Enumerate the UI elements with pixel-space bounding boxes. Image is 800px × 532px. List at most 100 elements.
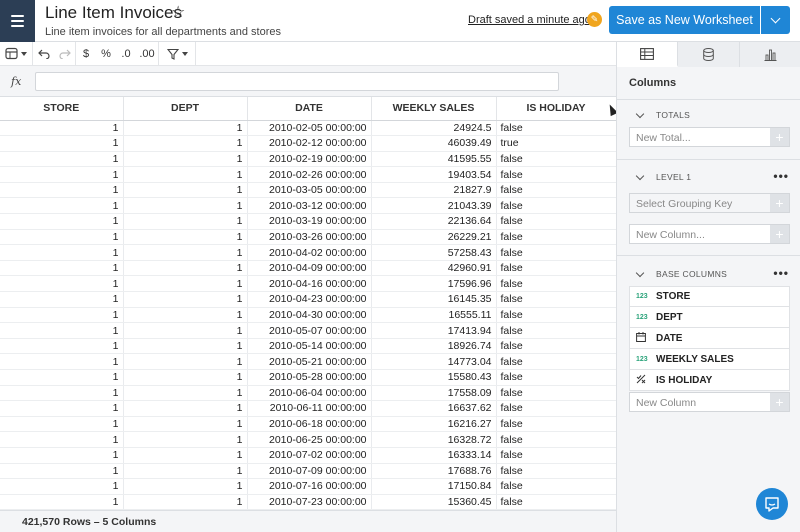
table-row[interactable]: 1 1 2010-02-19 00:00:00 41595.55 false — [0, 151, 616, 168]
table-cell[interactable]: 42960.91 — [371, 260, 497, 277]
table-cell[interactable]: false — [496, 291, 616, 308]
base-column-is-holiday[interactable]: IS HOLIDAY — [629, 370, 790, 391]
table-row[interactable]: 1 1 2010-02-12 00:00:00 46039.49 true — [0, 135, 616, 152]
table-cell[interactable]: 21827.9 — [371, 182, 497, 199]
table-cell[interactable]: 16333.14 — [371, 447, 497, 464]
table-cell[interactable]: 1 — [123, 478, 248, 495]
add-grouping-button[interactable]: + — [770, 194, 789, 212]
table-cell[interactable]: 2010-04-02 00:00:00 — [247, 244, 372, 261]
table-cell[interactable]: 17413.94 — [371, 322, 497, 339]
table-cell[interactable]: 17688.76 — [371, 463, 497, 480]
percent-format-button[interactable]: % — [96, 42, 116, 66]
table-cell[interactable]: 1 — [123, 182, 248, 199]
table-cell[interactable]: 24924.5 — [371, 120, 497, 137]
table-cell[interactable]: true — [496, 135, 616, 152]
redo-button[interactable] — [55, 42, 75, 66]
table-row[interactable]: 1 1 2010-07-16 00:00:00 17150.84 false — [0, 478, 616, 495]
table-row[interactable]: 1 1 2010-06-04 00:00:00 17558.09 false — [0, 385, 616, 402]
table-cell[interactable]: 1 — [0, 385, 124, 402]
table-cell[interactable]: 2010-05-28 00:00:00 — [247, 369, 372, 386]
table-cell[interactable]: 17150.84 — [371, 478, 497, 495]
column-header-store[interactable]: STORE — [0, 97, 124, 121]
table-cell[interactable]: false — [496, 322, 616, 339]
pencil-icon[interactable]: ✎ — [587, 12, 602, 27]
table-cell[interactable]: 1 — [0, 322, 124, 339]
table-cell[interactable]: false — [496, 338, 616, 355]
table-cell[interactable]: 2010-03-19 00:00:00 — [247, 213, 372, 230]
table-cell[interactable]: 1 — [123, 338, 248, 355]
table-cell[interactable]: false — [496, 182, 616, 199]
table-row[interactable]: 1 1 2010-07-23 00:00:00 15360.45 false — [0, 494, 616, 510]
table-row[interactable]: 1 1 2010-05-28 00:00:00 15580.43 false — [0, 369, 616, 386]
table-cell[interactable]: 2010-03-26 00:00:00 — [247, 229, 372, 246]
increase-decimal-button[interactable]: .00 — [136, 42, 158, 66]
column-header-date[interactable]: DATE — [247, 97, 372, 121]
save-as-new-worksheet-button[interactable]: Save as New Worksheet — [609, 6, 760, 34]
table-cell[interactable]: 1 — [0, 369, 124, 386]
table-cell[interactable]: false — [496, 244, 616, 261]
table-cell[interactable]: 16637.62 — [371, 400, 497, 417]
add-level1-column-button[interactable]: + — [770, 225, 789, 243]
table-cell[interactable]: 1 — [123, 322, 248, 339]
table-cell[interactable]: 26229.21 — [371, 229, 497, 246]
table-row[interactable]: 1 1 2010-02-26 00:00:00 19403.54 false — [0, 166, 616, 183]
table-cell[interactable]: 1 — [123, 353, 248, 370]
table-cell[interactable]: 1 — [123, 275, 248, 293]
table-cell[interactable]: 22136.64 — [371, 213, 497, 230]
table-cell[interactable]: 1 — [123, 120, 248, 137]
table-cell[interactable]: false — [496, 151, 616, 168]
add-total-button[interactable]: + — [770, 128, 789, 146]
table-cell[interactable]: 2010-06-18 00:00:00 — [247, 416, 372, 433]
table-cell[interactable]: 1 — [0, 213, 124, 230]
table-cell[interactable]: 46039.49 — [371, 135, 497, 152]
table-cell[interactable]: false — [496, 369, 616, 386]
table-cell[interactable]: 1 — [123, 463, 248, 480]
table-cell[interactable]: 2010-03-05 00:00:00 — [247, 182, 372, 199]
currency-format-button[interactable]: $ — [76, 42, 96, 66]
decrease-decimal-button[interactable]: .0 — [116, 42, 136, 66]
save-options-dropdown[interactable] — [761, 6, 790, 34]
table-row[interactable]: 1 1 2010-05-07 00:00:00 17413.94 false — [0, 322, 616, 339]
base-column-dept[interactable]: 123 DEPT — [629, 307, 790, 328]
table-cell[interactable]: 15360.45 — [371, 494, 497, 510]
table-cell[interactable]: 1 — [123, 197, 248, 215]
table-row[interactable]: 1 1 2010-03-05 00:00:00 21827.9 false — [0, 182, 616, 199]
table-cell[interactable]: 57258.43 — [371, 244, 497, 261]
table-cell[interactable]: 1 — [123, 431, 248, 448]
table-cell[interactable]: 1 — [123, 400, 248, 417]
table-cell[interactable]: 16145.35 — [371, 291, 497, 308]
table-cell[interactable]: 2010-06-25 00:00:00 — [247, 431, 372, 448]
formula-input[interactable] — [35, 72, 559, 91]
table-cell[interactable]: 1 — [0, 307, 124, 324]
base-columns-section-header[interactable]: BASE COLUMNS ••• — [617, 265, 800, 283]
table-cell[interactable]: 1 — [123, 213, 248, 230]
table-cell[interactable]: false — [496, 463, 616, 480]
totals-section-header[interactable]: TOTALS — [617, 106, 800, 124]
table-cell[interactable]: 2010-03-12 00:00:00 — [247, 197, 372, 215]
table-cell[interactable]: 2010-02-26 00:00:00 — [247, 166, 372, 183]
table-cell[interactable]: 16216.27 — [371, 416, 497, 433]
table-row[interactable]: 1 1 2010-04-09 00:00:00 42960.91 false — [0, 260, 616, 277]
table-cell[interactable]: 2010-07-23 00:00:00 — [247, 494, 372, 510]
table-cell[interactable]: 1 — [123, 291, 248, 308]
level1-new-column-input[interactable]: New Column... + — [629, 224, 790, 244]
table-cell[interactable]: 15580.43 — [371, 369, 497, 386]
table-cell[interactable]: false — [496, 275, 616, 293]
table-cell[interactable]: false — [496, 213, 616, 230]
table-cell[interactable]: 14773.04 — [371, 353, 497, 370]
table-row[interactable]: 1 1 2010-06-25 00:00:00 16328.72 false — [0, 431, 616, 448]
table-cell[interactable]: 2010-05-21 00:00:00 — [247, 353, 372, 370]
column-header-dept[interactable]: DEPT — [123, 97, 248, 121]
table-cell[interactable]: false — [496, 431, 616, 448]
table-cell[interactable]: 2010-04-23 00:00:00 — [247, 291, 372, 308]
table-cell[interactable]: 1 — [123, 385, 248, 402]
table-cell[interactable]: false — [496, 494, 616, 510]
table-cell[interactable]: 2010-07-02 00:00:00 — [247, 447, 372, 464]
column-header-weekly-sales[interactable]: WEEKLY SALES — [371, 97, 497, 121]
table-row[interactable]: 1 1 2010-06-18 00:00:00 16216.27 false — [0, 416, 616, 433]
table-cell[interactable]: 2010-07-16 00:00:00 — [247, 478, 372, 495]
table-cell[interactable]: 1 — [123, 369, 248, 386]
table-row[interactable]: 1 1 2010-07-02 00:00:00 16333.14 false — [0, 447, 616, 464]
table-cell[interactable]: false — [496, 353, 616, 370]
table-row[interactable]: 1 1 2010-07-09 00:00:00 17688.76 false — [0, 463, 616, 480]
